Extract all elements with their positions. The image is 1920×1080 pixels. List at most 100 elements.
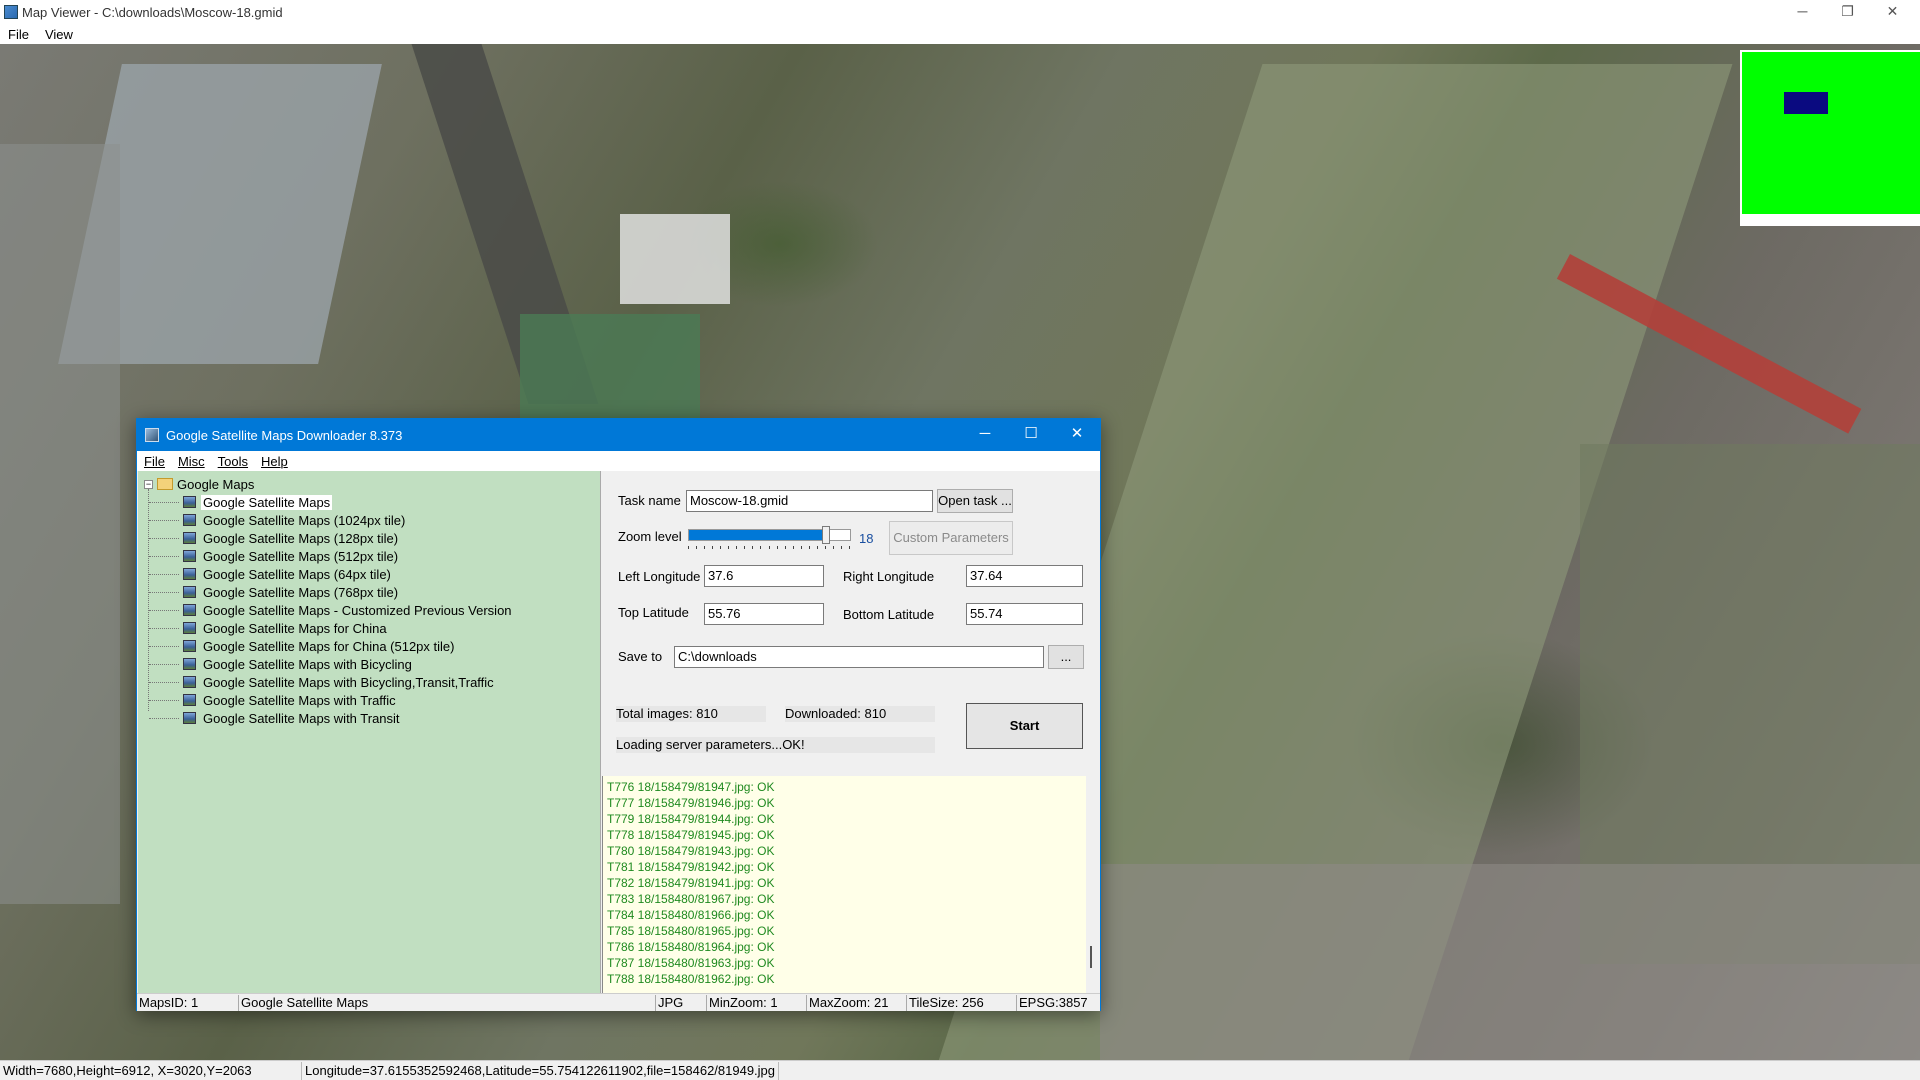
dialog-title: Google Satellite Maps Downloader 8.373 — [166, 427, 403, 443]
tree-item-map-source[interactable]: Google Satellite Maps with Bicycling — [183, 655, 414, 673]
tree-item-map-source[interactable]: Google Satellite Maps — [183, 493, 333, 511]
start-button[interactable]: Start — [966, 703, 1083, 749]
browse-folder-button[interactable]: ... — [1048, 645, 1084, 669]
tree-item-map-source[interactable]: Google Satellite Maps for China (512px t… — [183, 637, 456, 655]
dialog-menu-tools[interactable]: Tools — [211, 454, 254, 469]
zoom-tick — [688, 546, 689, 549]
dialog-menu-help[interactable]: Help — [254, 454, 294, 469]
zoom-tick — [696, 546, 698, 549]
tree-item-map-source[interactable]: Google Satellite Maps (1024px tile) — [183, 511, 407, 529]
tree-branch-line — [149, 574, 179, 575]
tree-item-map-source[interactable]: Google Satellite Maps with Transit — [183, 709, 402, 727]
zoom-tick — [752, 546, 754, 549]
collapse-icon[interactable]: − — [144, 479, 153, 489]
overview-viewport-marker[interactable] — [1784, 92, 1828, 114]
map-source-tree[interactable]: − Google Maps Google Satellite Maps Googl… — [138, 471, 601, 993]
save-to-label: Save to — [618, 649, 663, 664]
bottom-latitude-label: Bottom Latitude — [843, 607, 935, 622]
status-tile-size: TileSize: 256 — [907, 994, 1017, 1011]
zoom-tick — [840, 546, 842, 549]
dialog-close-button[interactable]: ✕ — [1054, 419, 1100, 451]
log-line: T788 18/158480/81962.jpg: OK — [607, 972, 775, 986]
zoom-tick — [808, 546, 810, 549]
download-log[interactable]: T776 18/158479/81947.jpg: OK T777 18/1584… — [602, 776, 1086, 993]
log-line: T784 18/158480/81966.jpg: OK — [607, 908, 775, 922]
status-map-name: Google Satellite Maps — [239, 994, 656, 1011]
dialog-menu-file[interactable]: File — [137, 454, 171, 469]
status-format: JPG — [656, 994, 707, 1011]
map-building — [520, 314, 700, 434]
map-tile-icon — [183, 658, 196, 670]
log-line: T779 18/158479/81944.jpg: OK — [607, 812, 775, 826]
zoom-tick — [712, 546, 714, 549]
downloader-dialog: Google Satellite Maps Downloader 8.373 ─… — [136, 418, 1101, 1011]
dialog-statusbar: MapsID: 1 Google Satellite Maps JPG MinZ… — [137, 993, 1100, 1011]
dialog-titlebar[interactable]: Google Satellite Maps Downloader 8.373 ─… — [137, 419, 1100, 451]
downloaded-status: Downloaded: 810 — [785, 706, 935, 722]
log-scrollbar-thumb[interactable] — [1090, 946, 1092, 968]
right-longitude-field[interactable]: 37.64 — [966, 565, 1083, 587]
map-tile-icon — [183, 694, 196, 706]
open-task-button[interactable]: Open task ... — [937, 489, 1013, 513]
tree-item-label: Google Satellite Maps with Traffic — [203, 692, 396, 708]
tree-root-google-maps[interactable]: − Google Maps — [144, 475, 254, 493]
zoom-tick — [832, 546, 834, 549]
log-line: T787 18/158480/81963.jpg: OK — [607, 956, 775, 970]
dialog-menu-misc[interactable]: Misc — [171, 454, 211, 469]
menu-file[interactable]: File — [0, 27, 37, 42]
tree-item-map-source[interactable]: Google Satellite Maps (64px tile) — [183, 565, 393, 583]
tree-item-label: Google Satellite Maps (128px tile) — [203, 530, 399, 546]
tree-item-map-source[interactable]: Google Satellite Maps for China — [183, 619, 389, 637]
tree-item-map-source[interactable]: Google Satellite Maps (768px tile) — [183, 583, 400, 601]
dialog-maximize-button[interactable]: ☐ — [1008, 419, 1054, 451]
tree-item-map-source[interactable]: Google Satellite Maps with Bicycling,Tra… — [183, 673, 496, 691]
map-tile-icon — [183, 532, 196, 544]
zoom-tick — [776, 546, 778, 549]
status-min-zoom: MinZoom: 1 — [707, 994, 807, 1011]
log-scrollbar[interactable] — [1086, 776, 1100, 993]
tree-item-map-source[interactable]: Google Satellite Maps (512px tile) — [183, 547, 400, 565]
tree-item-map-source[interactable]: Google Satellite Maps (128px tile) — [183, 529, 400, 547]
tree-item-map-source[interactable]: Google Satellite Maps with Traffic — [183, 691, 398, 709]
tree-branch-line — [149, 700, 179, 701]
overview-minimap[interactable] — [1740, 50, 1920, 226]
save-to-field[interactable]: C:\downloads — [674, 646, 1044, 668]
app-icon — [4, 5, 18, 19]
zoom-tick — [849, 546, 850, 549]
map-tile-icon — [183, 568, 196, 580]
zoom-slider-thumb[interactable] — [821, 526, 830, 544]
tree-branch-line — [149, 682, 179, 683]
zoom-tick — [736, 546, 738, 549]
zoom-tick — [720, 546, 722, 549]
map-tile-icon — [183, 676, 196, 688]
zoom-slider[interactable] — [686, 526, 851, 550]
tree-item-map-source[interactable]: Google Satellite Maps - Customized Previ… — [183, 601, 514, 619]
tree-item-label: Google Satellite Maps with Bicycling — [203, 656, 412, 672]
tree-item-label: Google Satellite Maps (768px tile) — [203, 584, 399, 600]
log-line: T783 18/158480/81967.jpg: OK — [607, 892, 775, 906]
tree-item-label: Google Satellite Maps (512px tile) — [203, 548, 399, 564]
left-longitude-field[interactable]: 37.6 — [704, 565, 824, 587]
minimize-button[interactable]: ─ — [1780, 0, 1825, 24]
tree-item-label: Google Satellite Maps for China (512px t… — [203, 638, 455, 654]
map-tent — [620, 214, 730, 304]
status-maps-id: MapsID: 1 — [137, 994, 239, 1011]
map-tile-icon — [183, 550, 196, 562]
status-coordinates: Longitude=37.6155352592468,Latitude=55.7… — [302, 1061, 780, 1080]
log-line: T778 18/158479/81945.jpg: OK — [607, 828, 775, 842]
bottom-latitude-field[interactable]: 55.74 — [966, 603, 1083, 625]
map-tile-icon — [183, 514, 196, 526]
log-line: T785 18/158480/81965.jpg: OK — [607, 924, 775, 938]
tree-branch-line — [149, 646, 179, 647]
log-line: T786 18/158480/81964.jpg: OK — [607, 940, 775, 954]
menu-view[interactable]: View — [37, 27, 81, 42]
custom-parameters-button[interactable]: Custom Parameters — [889, 521, 1013, 555]
close-button[interactable]: ✕ — [1870, 0, 1915, 24]
restore-button[interactable]: ❐ — [1825, 0, 1870, 24]
zoom-tick — [800, 546, 802, 549]
log-line: T782 18/158479/81941.jpg: OK — [607, 876, 775, 890]
tree-branch-line — [149, 538, 179, 539]
top-latitude-field[interactable]: 55.76 — [704, 603, 824, 625]
dialog-minimize-button[interactable]: ─ — [962, 419, 1008, 451]
task-name-field[interactable]: Moscow-18.gmid — [686, 490, 933, 512]
